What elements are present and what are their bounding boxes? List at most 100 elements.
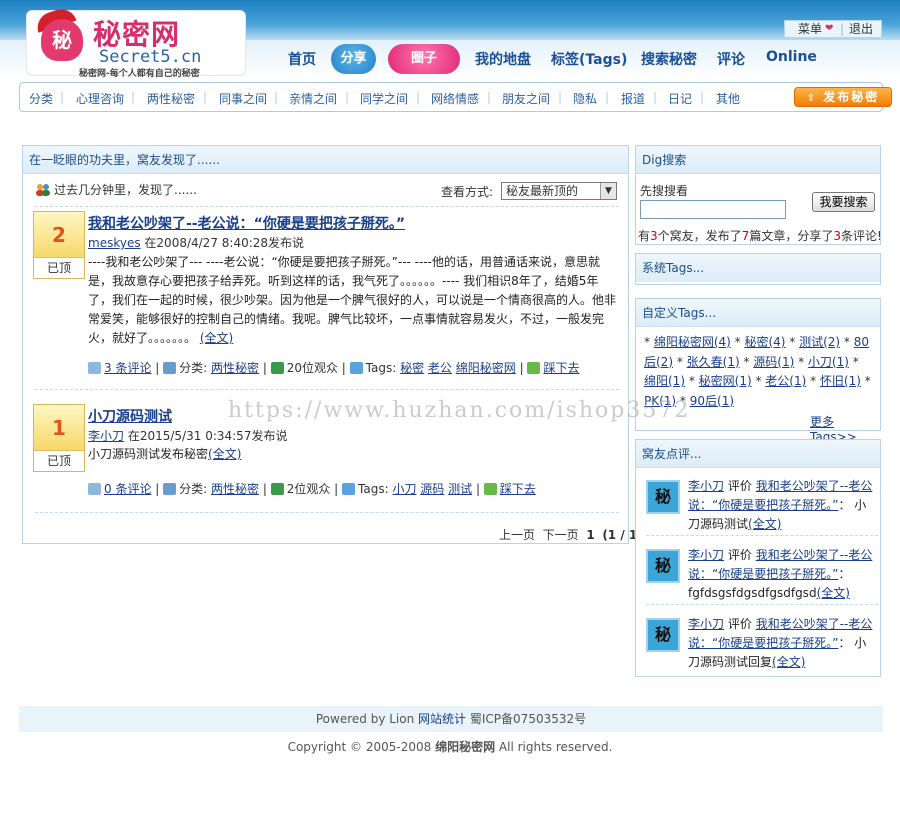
- tag-link[interactable]: 绵阳秘密网(4): [654, 335, 731, 349]
- subnav-reports[interactable]: 报道: [621, 90, 645, 107]
- read-more-link[interactable]: (全文): [208, 447, 241, 461]
- tag-link[interactable]: 老公(1): [765, 374, 806, 388]
- divider: [35, 512, 619, 513]
- logout-link[interactable]: 退出: [849, 21, 873, 37]
- nav-search[interactable]: 搜索秘密: [641, 49, 697, 69]
- subnav-classmates[interactable]: 同学之间: [360, 90, 408, 107]
- vote-box[interactable]: 1 已顶: [33, 404, 85, 472]
- subnav-sep: |: [653, 90, 658, 104]
- avatar[interactable]: 秘: [646, 618, 680, 652]
- view-mode-select[interactable]: 秘友最新顶的 ▼: [501, 182, 617, 200]
- tag-link[interactable]: 老公: [428, 361, 452, 375]
- users-icon: [35, 183, 51, 196]
- subnav-privacy[interactable]: 隐私: [573, 90, 597, 107]
- logo-badge: 秘: [41, 19, 83, 61]
- tag-link[interactable]: 绵阳秘密网: [456, 361, 516, 375]
- subnav-psychology[interactable]: 心理咨询: [76, 90, 124, 107]
- subnav-gender[interactable]: 两性秘密: [147, 90, 195, 107]
- read-more-link[interactable]: (全文): [748, 517, 781, 531]
- post-author[interactable]: meskyes: [88, 236, 141, 250]
- subnav-sep: |: [274, 90, 279, 104]
- comment-verb: 评价: [727, 548, 752, 562]
- post-title[interactable]: 我和老公吵架了--老公说：“你硬是要把孩子掰死。”: [88, 213, 405, 233]
- tag-link[interactable]: 张久春(1): [687, 355, 740, 369]
- post-meta: 李小刀 在2015/5/31 0:34:57发布说: [88, 427, 287, 444]
- comment-text: 李小刀 评价 我和老公吵架了--老公说：“你硬是要把孩子掰死。”： 小刀源码测试…: [688, 617, 873, 669]
- read-more-link[interactable]: (全文): [200, 331, 233, 345]
- nav-comments[interactable]: 评论: [717, 49, 745, 69]
- read-more-link[interactable]: (全文): [772, 655, 805, 669]
- comment-user[interactable]: 李小刀: [688, 548, 724, 562]
- post-author[interactable]: 李小刀: [88, 429, 124, 443]
- subnav-other[interactable]: 其他: [716, 90, 740, 107]
- tag-link[interactable]: 源码(1): [753, 355, 794, 369]
- chevron-down-icon[interactable]: ❤: [825, 21, 833, 37]
- tag-link[interactable]: 小刀: [392, 482, 416, 496]
- tag-icon: [349, 362, 363, 374]
- next-page[interactable]: 下一页: [543, 528, 579, 542]
- nav-tags[interactable]: 标签(Tags): [551, 49, 627, 69]
- category-label: 分类:: [179, 361, 208, 375]
- tag-link[interactable]: 90后(1): [690, 394, 734, 408]
- tag-link[interactable]: 秘密网(1): [699, 374, 752, 388]
- subnav-family[interactable]: 亲情之间: [289, 90, 337, 107]
- menu-link[interactable]: 菜单: [798, 21, 822, 37]
- copyright-post: All rights reserved.: [498, 740, 613, 754]
- stats-comments: 3: [833, 229, 841, 243]
- subnav-online-love[interactable]: 网络情感: [431, 90, 479, 107]
- tag-link[interactable]: 小刀(1): [808, 355, 849, 369]
- avatar[interactable]: 秘: [646, 549, 680, 583]
- prev-page[interactable]: 上一页: [499, 528, 535, 542]
- subnav-friends[interactable]: 朋友之间: [502, 90, 550, 107]
- tag-link[interactable]: 绵阳(1): [644, 374, 685, 388]
- bury-link[interactable]: 踩下去: [543, 361, 579, 375]
- dig-search-input[interactable]: [640, 200, 786, 219]
- subnav-diary[interactable]: 日记: [668, 90, 692, 107]
- subnav-sep: |: [131, 90, 136, 104]
- system-tags-title[interactable]: 系统Tags...: [636, 254, 880, 282]
- icp-number: 蜀ICP备07503532号: [469, 712, 587, 726]
- vote-label: 已顶: [46, 454, 71, 468]
- post-title[interactable]: 小刀源码测试: [88, 406, 172, 426]
- nav-home[interactable]: 首页: [288, 49, 316, 69]
- nav-online[interactable]: Online: [766, 49, 817, 65]
- stats-link[interactable]: 网站统计: [418, 712, 466, 726]
- recent-line: 过去几分钟里，发现了......: [35, 181, 197, 198]
- subnav-colleagues[interactable]: 同事之间: [219, 90, 267, 107]
- vote-label: 已顶: [46, 261, 71, 275]
- tag-link[interactable]: 测试(2): [799, 335, 840, 349]
- tag-link[interactable]: 测试: [448, 482, 472, 496]
- category-link[interactable]: 两性秘密: [211, 361, 259, 375]
- site-logo[interactable]: 秘 秘密网 Secret5.cn 秘密网-每个人都有自己的秘密: [26, 5, 246, 79]
- publish-label: 发布秘密: [823, 90, 880, 104]
- tag-link[interactable]: 怀旧(1): [820, 374, 861, 388]
- comments-link[interactable]: 3 条评论: [104, 361, 151, 375]
- recent-text: 过去几分钟里，发现了......: [54, 183, 197, 197]
- avatar[interactable]: 秘: [646, 480, 680, 514]
- publish-secret-button[interactable]: ⇧ 发布秘密: [794, 87, 892, 107]
- menu-separator: |: [840, 22, 845, 36]
- chevron-down-icon[interactable]: ▼: [600, 183, 616, 199]
- comment-user[interactable]: 李小刀: [688, 479, 724, 493]
- tag-link[interactable]: 源码: [420, 482, 444, 496]
- read-more-link[interactable]: (全文): [817, 586, 850, 600]
- comments-link[interactable]: 0 条评论: [104, 482, 151, 496]
- category-link[interactable]: 两性秘密: [211, 482, 259, 496]
- nav-share[interactable]: 分享: [331, 44, 376, 74]
- subnav-sep: |: [558, 90, 563, 104]
- post-body: ----我和老公吵架了--- ----老公说：“你硬是要把孩子掰死。”--- -…: [88, 253, 620, 348]
- viewers-icon: [270, 362, 284, 374]
- bury-link[interactable]: 踩下去: [500, 482, 536, 496]
- copyright-site: 绵阳秘密网: [435, 740, 496, 754]
- tag-link[interactable]: 秘密(4): [744, 335, 785, 349]
- post-footer: 3 条评论 | 分类: 两性秘密 | 20位观众 | Tags: 秘密 老公 绵…: [88, 359, 579, 376]
- nav-circle[interactable]: 圈子: [388, 44, 460, 74]
- nav-my-space[interactable]: 我的地盘: [475, 49, 531, 69]
- search-button[interactable]: 我要搜索: [812, 192, 875, 212]
- stats-text: 条评论!: [840, 229, 882, 243]
- comment-user[interactable]: 李小刀: [688, 617, 724, 631]
- tag-link[interactable]: 秘密: [400, 361, 424, 375]
- subnav-category[interactable]: 分类: [29, 90, 53, 107]
- copyright-pre: Copyright © 2005-2008: [287, 740, 432, 754]
- vote-box[interactable]: 2 已顶: [33, 211, 85, 279]
